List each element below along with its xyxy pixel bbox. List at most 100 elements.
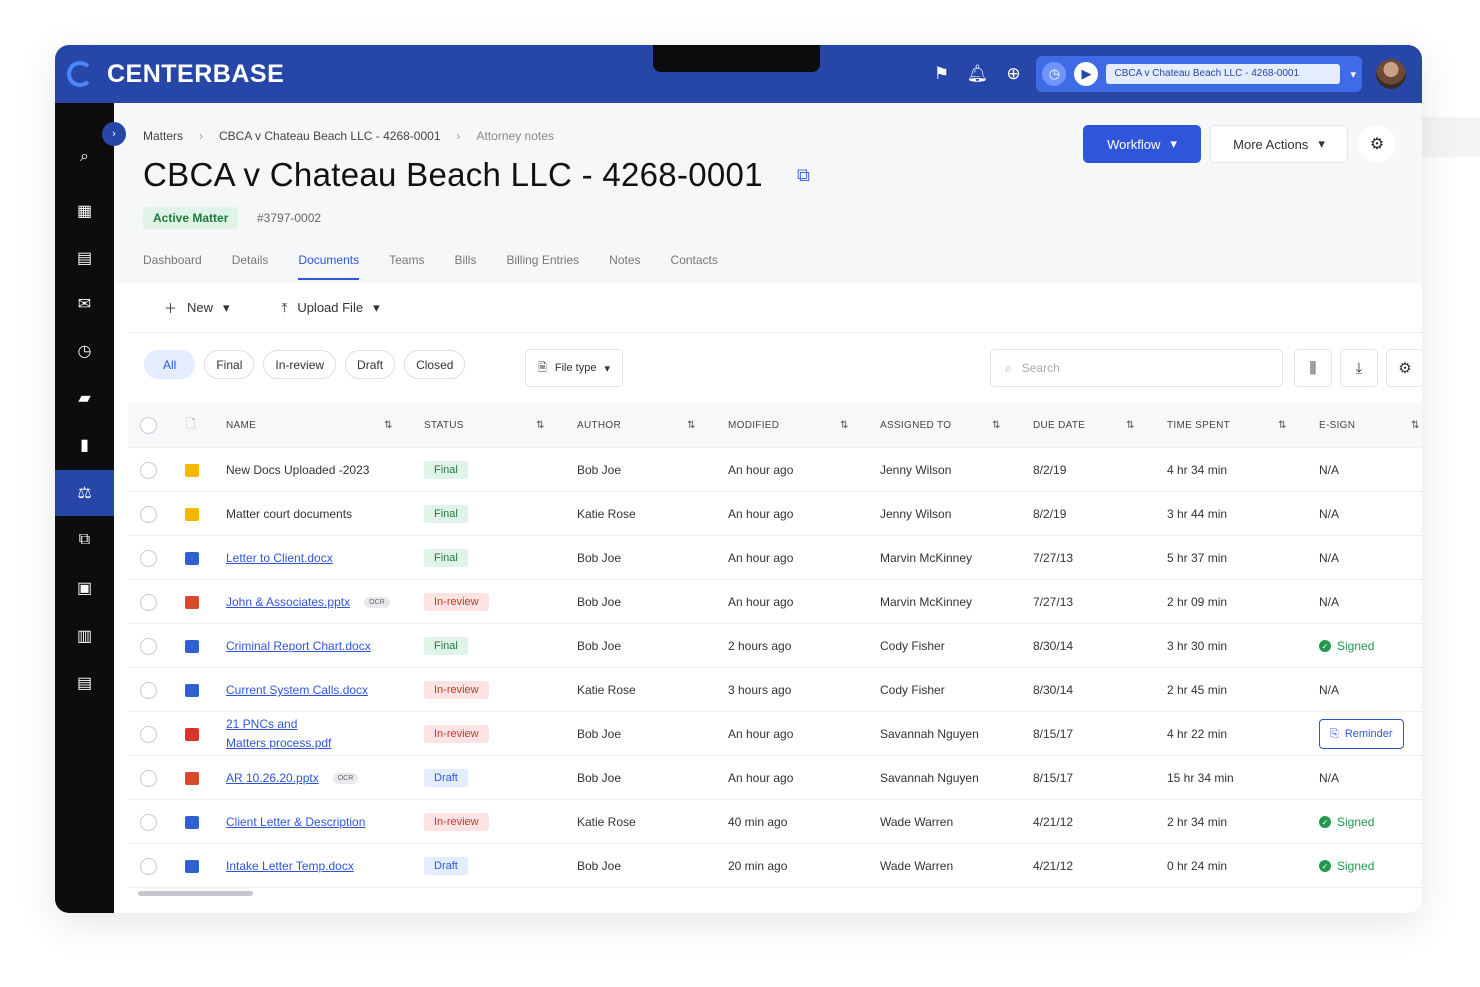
column-header-assigned-to[interactable]: ASSIGNED TO bbox=[880, 403, 951, 448]
table-row[interactable]: Intake Letter Temp.docx Draft Bob Joe 20 mi… bbox=[128, 844, 1422, 888]
chart-icon[interactable]: ▮ bbox=[55, 422, 114, 468]
clipboard-icon[interactable]: ▥ bbox=[55, 613, 114, 659]
clock-icon[interactable]: ◷ bbox=[1042, 62, 1067, 86]
copy-icon[interactable]: ⧉ bbox=[55, 517, 114, 563]
settings-button[interactable]: ⚙ bbox=[1358, 125, 1396, 163]
sort-icon[interactable]: ⇅ bbox=[1278, 403, 1287, 448]
row-checkbox[interactable] bbox=[140, 725, 157, 743]
table-row[interactable]: 21 PNCs and Matters process.pdf In-review B… bbox=[128, 712, 1422, 756]
timer-matter-select[interactable]: CBCA v Chateau Beach LLC - 4268-0001 bbox=[1106, 64, 1341, 84]
column-header-status[interactable]: STATUS bbox=[424, 403, 464, 448]
sort-icon[interactable]: ⇅ bbox=[992, 403, 1001, 448]
table-row[interactable]: AR 10.26.20.pptx OCR Draft Bob Joe An hour a… bbox=[128, 756, 1422, 800]
folder-name[interactable]: New Docs Uploaded -2023 bbox=[226, 463, 369, 477]
sort-icon[interactable]: ⇅ bbox=[536, 403, 545, 448]
column-header-name[interactable]: NAME bbox=[226, 403, 256, 448]
column-header-e-sign[interactable]: E-SIGN bbox=[1319, 403, 1355, 448]
tab-details[interactable]: Details bbox=[232, 253, 269, 280]
column-header-modified[interactable]: MODIFIED bbox=[728, 403, 779, 448]
folder-name[interactable]: Matter court documents bbox=[226, 507, 352, 521]
chevron-down-icon[interactable]: ▾ bbox=[1350, 68, 1356, 81]
filter-closed[interactable]: Closed bbox=[404, 350, 466, 379]
tab-contacts[interactable]: Contacts bbox=[671, 253, 718, 280]
copy-icon[interactable]: ⧉ bbox=[797, 165, 810, 186]
row-checkbox[interactable] bbox=[140, 813, 157, 831]
clock-icon[interactable]: ◷ bbox=[55, 328, 114, 374]
row-checkbox[interactable] bbox=[140, 637, 157, 655]
avatar[interactable] bbox=[1376, 59, 1406, 89]
document-name-link[interactable]: Current System Calls.docx bbox=[226, 683, 368, 697]
column-header-time-spent[interactable]: TIME SPENT bbox=[1167, 403, 1230, 448]
download-button[interactable]: ⤓ bbox=[1340, 349, 1378, 387]
more-actions-button[interactable]: More Actions ▾ bbox=[1210, 125, 1348, 163]
sidebar-toggle-button[interactable]: › bbox=[102, 122, 126, 146]
breadcrumb-matter[interactable]: CBCA v Chateau Beach LLC - 4268-0001 bbox=[219, 129, 440, 143]
document-name-link[interactable]: Client Letter & Description bbox=[226, 815, 365, 829]
filter-final[interactable]: Final bbox=[204, 350, 255, 379]
table-row[interactable]: Matter court documents Final Katie Rose An … bbox=[128, 492, 1422, 536]
flag-icon[interactable]: ⚑ bbox=[928, 61, 954, 87]
table-row[interactable]: Letter to Client.docx Final Bob Joe An hour… bbox=[128, 536, 1422, 580]
upload-file-button[interactable]: ⤒ Upload File ▾ bbox=[282, 300, 380, 316]
logo[interactable]: CENTERBASE bbox=[67, 60, 284, 89]
row-checkbox[interactable] bbox=[140, 681, 157, 699]
document-name-link[interactable]: Letter to Client.docx bbox=[226, 551, 333, 565]
select-all-checkbox[interactable] bbox=[140, 417, 157, 434]
book-icon[interactable]: ▣ bbox=[55, 565, 114, 611]
tab-notes[interactable]: Notes bbox=[609, 253, 640, 280]
row-checkbox[interactable] bbox=[140, 857, 157, 875]
scale-icon[interactable]: ⚖ bbox=[55, 470, 114, 516]
author: Bob Joe bbox=[577, 639, 622, 653]
tab-bills[interactable]: Bills bbox=[454, 253, 476, 280]
grid-icon[interactable]: ▦ bbox=[55, 188, 114, 234]
play-icon[interactable]: ▶ bbox=[1074, 62, 1099, 86]
sort-icon[interactable]: ⇅ bbox=[1411, 403, 1420, 448]
tab-dashboard[interactable]: Dashboard bbox=[143, 253, 202, 280]
row-checkbox[interactable] bbox=[140, 593, 157, 611]
document-icon[interactable]: ▤ bbox=[55, 660, 114, 706]
table-row[interactable]: Current System Calls.docx In-review Katie … bbox=[128, 668, 1422, 712]
columns-button[interactable]: ⫼ bbox=[1294, 349, 1332, 387]
mail-icon[interactable]: ✉ bbox=[55, 281, 114, 327]
document-name-link[interactable]: Criminal Report Chart.docx bbox=[226, 639, 371, 653]
sort-icon[interactable]: ⇅ bbox=[384, 403, 393, 448]
row-checkbox[interactable] bbox=[140, 769, 157, 787]
reminder-button[interactable]: ⎘ Reminder bbox=[1319, 719, 1404, 749]
sort-icon[interactable]: ⇅ bbox=[840, 403, 849, 448]
signed-status: ✓ Signed bbox=[1319, 859, 1374, 873]
column-header-author[interactable]: AUTHOR bbox=[577, 403, 621, 448]
sort-icon[interactable]: ⇅ bbox=[687, 403, 696, 448]
table-row[interactable]: New Docs Uploaded -2023 Final Bob Joe An ho… bbox=[128, 448, 1422, 492]
document-name-link[interactable]: John & Associates.pptx bbox=[226, 595, 350, 609]
plus-circle-icon[interactable]: ⊕ bbox=[1000, 61, 1026, 87]
table-row[interactable]: John & Associates.pptx OCR In-review Bob Jo… bbox=[128, 580, 1422, 624]
row-checkbox[interactable] bbox=[140, 505, 157, 523]
bell-icon[interactable]: 🔔︎ bbox=[964, 61, 990, 87]
calendar-icon[interactable]: ▤ bbox=[55, 235, 114, 281]
column-header-due-date[interactable]: DUE DATE bbox=[1033, 403, 1085, 448]
table-row[interactable]: Criminal Report Chart.docx Final Bob Joe 2 … bbox=[128, 624, 1422, 668]
tab-billing-entries[interactable]: Billing Entries bbox=[506, 253, 579, 280]
table-settings-button[interactable]: ⚙ bbox=[1386, 349, 1422, 387]
filter-draft[interactable]: Draft bbox=[345, 350, 396, 379]
table-row[interactable]: Client Letter & Description In-review Kati… bbox=[128, 800, 1422, 844]
workflow-button[interactable]: Workflow ▾ bbox=[1083, 125, 1201, 163]
horizontal-scrollbar[interactable] bbox=[138, 891, 253, 896]
document-name-link[interactable]: AR 10.26.20.pptx bbox=[226, 771, 319, 785]
document-name-link[interactable]: 21 PNCs and bbox=[226, 715, 331, 734]
folder-icon[interactable]: ▰ bbox=[55, 375, 114, 421]
sort-icon[interactable]: ⇅ bbox=[1126, 403, 1135, 448]
breadcrumb-matters[interactable]: Matters bbox=[143, 129, 183, 143]
tab-teams[interactable]: Teams bbox=[389, 253, 424, 280]
row-checkbox[interactable] bbox=[140, 549, 157, 567]
new-button[interactable]: ＋ New ▾ bbox=[164, 298, 230, 317]
filter-all[interactable]: All bbox=[144, 350, 196, 379]
row-checkbox[interactable] bbox=[140, 461, 157, 479]
modified: An hour ago bbox=[728, 507, 794, 521]
file-type-dropdown[interactable]: 🗎 File type ▾ bbox=[525, 349, 623, 387]
tab-documents[interactable]: Documents bbox=[298, 253, 360, 280]
search-input[interactable]: ⌕ Search bbox=[990, 349, 1283, 387]
document-name-link[interactable]: Matters process.pdf bbox=[226, 734, 331, 753]
document-name-link[interactable]: Intake Letter Temp.docx bbox=[226, 859, 354, 873]
filter-in-review[interactable]: In-review bbox=[263, 350, 337, 379]
